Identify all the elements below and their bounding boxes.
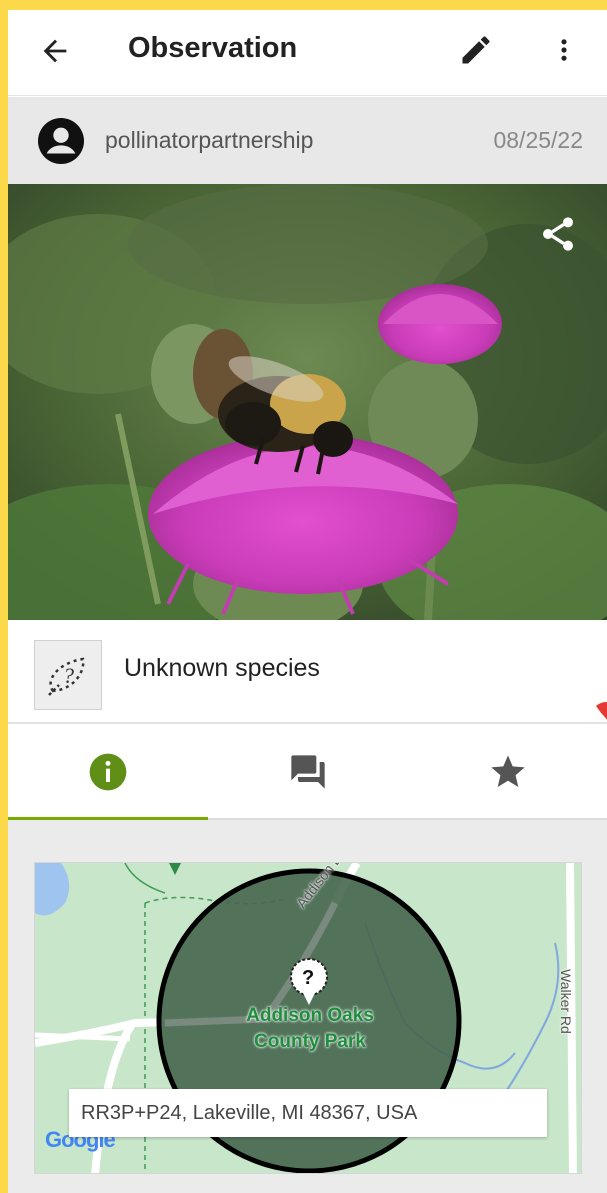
app-bar: Observation (8, 10, 607, 96)
map-park-label-line2: County Park (254, 1031, 366, 1052)
observer-username[interactable]: pollinatorpartnership (105, 127, 313, 154)
pencil-icon[interactable] (458, 32, 494, 68)
arrow-left-icon[interactable] (38, 34, 72, 68)
tab-favorites[interactable] (408, 724, 607, 820)
location-map[interactable]: ? Addison Blvd Walker Rd Addison Oaks Co… (34, 862, 582, 1174)
observation-screen: Observation pollinatorpartnership 08/25/… (8, 10, 607, 1193)
tab-bar (8, 724, 607, 822)
details-section: ? Addison Blvd Walker Rd Addison Oaks Co… (8, 820, 607, 1193)
species-row[interactable]: ? Unknown species (8, 620, 607, 724)
species-name[interactable]: Unknown species (124, 654, 320, 683)
account-circle-icon (38, 118, 84, 164)
photo-scene (8, 184, 607, 620)
tab-comments[interactable] (208, 724, 408, 820)
share-icon[interactable] (538, 214, 578, 254)
observation-date: 08/25/22 (493, 127, 583, 153)
address-bar[interactable]: RR3P+P24, Lakeville, MI 48367, USA (69, 1089, 547, 1137)
tab-info[interactable] (8, 724, 208, 822)
unknown-species-icon: ? (34, 640, 102, 710)
page-title: Observation (128, 32, 298, 64)
map-park-label-line1: Addison Oaks (246, 1005, 374, 1026)
comments-icon (291, 755, 325, 789)
svg-text:?: ? (302, 967, 314, 989)
star-icon (491, 755, 525, 787)
observation-photo[interactable] (8, 184, 607, 620)
info-icon (89, 753, 127, 791)
map-park-label: Addison Oaks County Park (225, 1003, 395, 1055)
svg-text:?: ? (63, 663, 74, 688)
observer-bar[interactable]: pollinatorpartnership 08/25/22 (8, 97, 607, 184)
map-road-label: Walker Rd (558, 969, 574, 1034)
more-vertical-icon[interactable] (550, 32, 578, 68)
